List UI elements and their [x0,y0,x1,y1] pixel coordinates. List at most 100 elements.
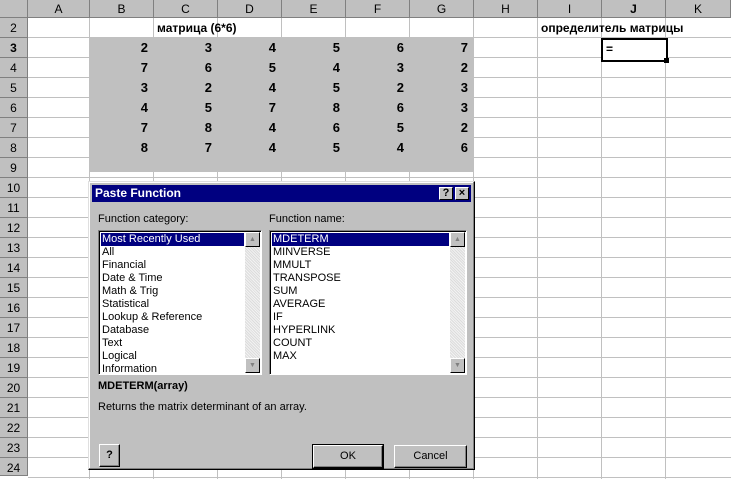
column-header-a[interactable]: A [28,0,90,18]
row-header-24[interactable]: 24 [0,458,28,476]
row-header-15[interactable]: 15 [0,278,28,298]
matrix-cell[interactable]: 7 [92,118,148,138]
matrix-cell[interactable]: 8 [284,98,340,118]
category-list-item[interactable]: All [101,246,244,259]
category-list-item[interactable]: Information [101,363,244,374]
scroll-down-arrow-icon[interactable]: ▼ [450,358,465,373]
matrix-cell[interactable]: 4 [220,78,276,98]
matrix-cell[interactable]: 5 [284,78,340,98]
category-list-item[interactable]: Text [101,337,244,350]
row-header-9[interactable]: 9 [0,158,28,178]
function-list-item[interactable]: IF [272,311,449,324]
category-list-item[interactable]: Logical [101,350,244,363]
function-list-item[interactable]: HYPERLINK [272,324,449,337]
column-header-d[interactable]: D [218,0,282,18]
column-header-g[interactable]: G [410,0,474,18]
matrix-cell[interactable]: 2 [412,118,468,138]
function-category-list[interactable]: Most Recently Used All Financial Date & Tim… [98,230,262,375]
column-header-f[interactable]: F [346,0,410,18]
column-header-e[interactable]: E [282,0,346,18]
matrix-cell[interactable]: 4 [348,138,404,158]
matrix-cell[interactable]: 4 [220,118,276,138]
category-list-item[interactable]: Financial [101,259,244,272]
row-header-4[interactable]: 4 [0,58,28,78]
row-header-23[interactable]: 23 [0,438,28,458]
select-all-corner[interactable] [0,0,28,18]
scroll-down-arrow-icon[interactable]: ▼ [245,358,260,373]
category-list-item[interactable]: Most Recently Used [101,233,244,246]
row-header-13[interactable]: 13 [0,238,28,258]
fill-handle[interactable] [664,58,669,63]
row-header-5[interactable]: 5 [0,78,28,98]
function-list-item[interactable]: SUM [272,285,449,298]
row-header-16[interactable]: 16 [0,298,28,318]
row-header-11[interactable]: 11 [0,198,28,218]
matrix-cell[interactable]: 8 [92,138,148,158]
matrix-cell[interactable]: 7 [156,138,212,158]
matrix-cell[interactable]: 2 [348,78,404,98]
scroll-up-arrow-icon[interactable]: ▲ [245,232,260,247]
function-scrollbar[interactable]: ▲ ▼ [450,232,465,373]
column-header-j[interactable]: J [602,0,666,18]
matrix-cell[interactable]: 8 [156,118,212,138]
matrix-cell[interactable]: 3 [348,58,404,78]
row-header-17[interactable]: 17 [0,318,28,338]
matrix-cell[interactable]: 7 [412,38,468,58]
row-header-10[interactable]: 10 [0,178,28,198]
row-header-8[interactable]: 8 [0,138,28,158]
matrix-cell[interactable]: 5 [220,58,276,78]
column-header-i[interactable]: I [538,0,602,18]
office-assistant-help-button[interactable]: ? [99,444,120,467]
matrix-cell[interactable]: 7 [220,98,276,118]
row-header-7[interactable]: 7 [0,118,28,138]
help-title-button[interactable]: ? [439,187,453,200]
matrix-cell[interactable]: 4 [220,138,276,158]
matrix-cell[interactable]: 4 [220,38,276,58]
matrix-cell[interactable]: 6 [348,38,404,58]
matrix-cell[interactable]: 2 [412,58,468,78]
row-header-14[interactable]: 14 [0,258,28,278]
matrix-cell[interactable]: 5 [284,138,340,158]
function-name-list[interactable]: MDETERM MINVERSE MMULT TRANSPOSE SUM AVERAGE I… [269,230,467,375]
matrix-cell[interactable]: 3 [412,78,468,98]
matrix-cell[interactable]: 6 [412,138,468,158]
function-list-item[interactable]: TRANSPOSE [272,272,449,285]
matrix-cell[interactable]: 7 [92,58,148,78]
active-cell-j3[interactable]: = [601,38,668,62]
row-header-19[interactable]: 19 [0,358,28,378]
matrix-cell[interactable]: 4 [284,58,340,78]
ok-button[interactable]: OK [312,444,384,469]
matrix-cell[interactable]: 3 [92,78,148,98]
matrix-cell[interactable]: 6 [348,98,404,118]
matrix-title[interactable]: матрица (6*6) [157,18,237,38]
matrix-cell[interactable]: 6 [156,58,212,78]
category-list-item[interactable]: Lookup & Reference [101,311,244,324]
row-header-18[interactable]: 18 [0,338,28,358]
row-header-21[interactable]: 21 [0,398,28,418]
row-header-3[interactable]: 3 [0,38,28,58]
cancel-button[interactable]: Cancel [394,445,467,468]
row-header-2[interactable]: 2 [0,18,28,38]
column-header-h[interactable]: H [474,0,538,18]
column-header-c[interactable]: C [154,0,218,18]
row-header-12[interactable]: 12 [0,218,28,238]
function-list-item[interactable]: MMULT [272,259,449,272]
matrix-cell[interactable]: 3 [412,98,468,118]
matrix-cell[interactable]: 5 [156,98,212,118]
column-header-b[interactable]: B [90,0,154,18]
matrix-cell[interactable]: 6 [284,118,340,138]
category-list-item[interactable]: Database [101,324,244,337]
determinant-label[interactable]: определитель матрицы [541,18,683,38]
row-header-20[interactable]: 20 [0,378,28,398]
matrix-cell[interactable]: 2 [92,38,148,58]
matrix-cell[interactable]: 2 [156,78,212,98]
category-list-item[interactable]: Math & Trig [101,285,244,298]
function-list-item[interactable]: AVERAGE [272,298,449,311]
matrix-cell[interactable]: 3 [156,38,212,58]
category-list-item[interactable]: Date & Time [101,272,244,285]
function-list-item[interactable]: COUNT [272,337,449,350]
category-scrollbar[interactable]: ▲ ▼ [245,232,260,373]
scroll-up-arrow-icon[interactable]: ▲ [450,232,465,247]
row-header-22[interactable]: 22 [0,418,28,438]
category-list-item[interactable]: Statistical [101,298,244,311]
